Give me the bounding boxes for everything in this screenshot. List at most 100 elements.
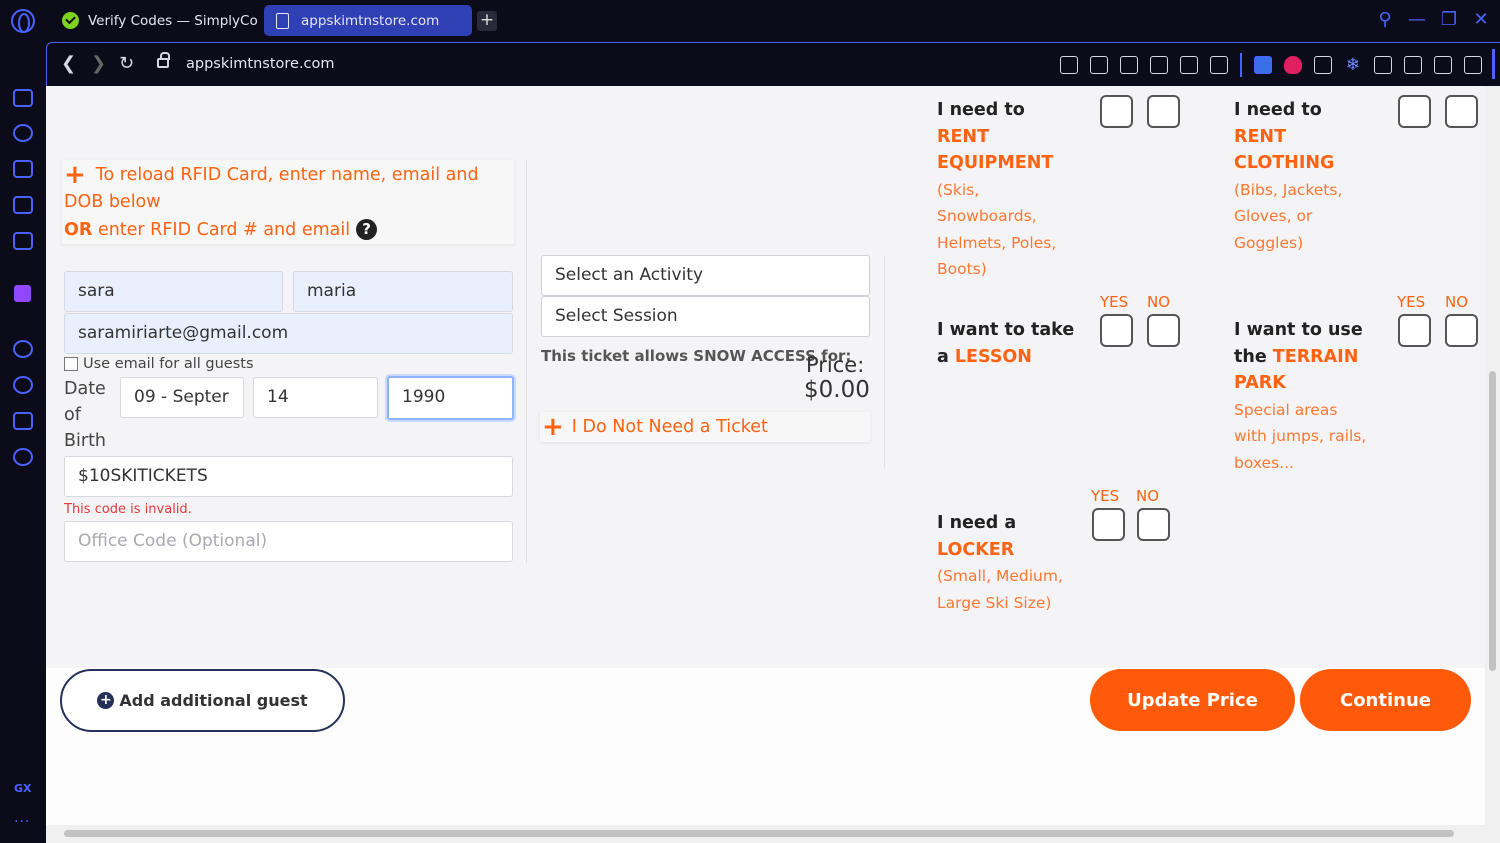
locker-no-checkbox[interactable] xyxy=(1137,508,1170,541)
adblock-icon[interactable] xyxy=(1120,56,1138,74)
more-icon[interactable]: ··· xyxy=(14,814,30,830)
store-icon[interactable] xyxy=(13,160,33,178)
forward-icon[interactable]: ❯ xyxy=(91,53,106,74)
terrain-park-no-label: NO xyxy=(1445,293,1469,311)
url-text[interactable]: appskimtnstore.com xyxy=(186,56,335,72)
lesson-option: I want to take a LESSON xyxy=(937,320,1075,367)
rent-clothing-yes-checkbox[interactable] xyxy=(1398,95,1431,128)
speedometer-icon[interactable] xyxy=(13,124,33,142)
history-icon[interactable] xyxy=(13,376,33,394)
download-icon[interactable] xyxy=(1434,56,1452,74)
play-icon[interactable] xyxy=(1180,56,1198,74)
close-icon[interactable]: ✕ xyxy=(1472,9,1490,30)
reload-alt-instructions: OR enter RFID Card # and email? xyxy=(64,219,378,240)
add-guest-button[interactable]: + Add additional guest xyxy=(60,669,345,732)
vertical-scroll-thumb[interactable] xyxy=(1489,371,1496,671)
edit-extension-icon[interactable] xyxy=(1314,56,1332,74)
locker-yes-label: YES xyxy=(1091,487,1120,505)
use-email-option[interactable]: Use email for all guests xyxy=(64,356,254,372)
reload-icon[interactable]: ↻ xyxy=(119,53,134,74)
pin-icon[interactable] xyxy=(1060,56,1078,74)
snapshot-icon[interactable] xyxy=(1090,56,1108,74)
promo-code-field[interactable]: $10SKITICKETS xyxy=(64,456,513,497)
gamepad-icon[interactable] xyxy=(13,89,33,107)
dob-label: Date of Birth xyxy=(64,379,107,451)
gx-label[interactable]: GX xyxy=(14,782,32,795)
price-value: $0.00 xyxy=(804,377,870,403)
last-name-field[interactable]: maria xyxy=(293,271,513,312)
menu-icon[interactable] xyxy=(1464,56,1482,74)
update-price-button[interactable]: Update Price xyxy=(1090,669,1295,731)
snowflake-extension-icon[interactable]: ❄ xyxy=(1344,56,1362,74)
office-code-input[interactable]: Office Code (Optional) xyxy=(64,521,513,562)
tab-title: appskimtnstore.com xyxy=(301,12,440,29)
terrain-park-option: I want to use the TERRAIN PARK Special a… xyxy=(1234,320,1367,472)
no-ticket-button[interactable]: + I Do Not Need a Ticket xyxy=(540,412,870,442)
locker-yes-checkbox[interactable] xyxy=(1092,508,1125,541)
vertical-scrollbar[interactable] xyxy=(1485,86,1500,825)
terrain-park-no-checkbox[interactable] xyxy=(1445,314,1478,347)
browser-sidebar: GX ··· xyxy=(0,42,46,843)
lesson-no-checkbox[interactable] xyxy=(1147,314,1180,347)
column-divider xyxy=(526,160,527,563)
opera-logo-icon[interactable] xyxy=(11,9,35,33)
window-controls: ⚲ — ❐ ✕ xyxy=(1376,9,1490,30)
use-email-label: Use email for all guests xyxy=(83,356,254,372)
reload-rfid-notice: + To reload RFID Card, enter name, email … xyxy=(62,160,514,244)
rent-clothing-no-checkbox[interactable] xyxy=(1445,95,1478,128)
session-select[interactable]: Select Session xyxy=(541,296,870,337)
terrain-park-yes-label: YES xyxy=(1397,293,1426,311)
page-viewport: + To reload RFID Card, enter name, email … xyxy=(46,86,1485,825)
tab-verify-codes[interactable]: Verify Codes — SimplyCo xyxy=(50,5,258,36)
dob-day-field[interactable]: 14 xyxy=(253,377,378,418)
display-icon[interactable] xyxy=(13,196,33,214)
player-icon[interactable] xyxy=(13,340,33,358)
continue-button[interactable]: Continue xyxy=(1300,669,1471,731)
locker-option: I need a LOCKER (Small, Medium, Large Sk… xyxy=(937,513,1063,612)
google-translate-extension-icon[interactable] xyxy=(1254,56,1272,74)
profile-icon[interactable] xyxy=(1404,56,1422,74)
rent-clothing-option: I need to RENT CLOTHING (Bibs, Jackets, … xyxy=(1234,100,1343,252)
dob-year-field[interactable]: 1990 xyxy=(387,376,514,420)
check-favicon-icon xyxy=(62,12,79,29)
address-bar: ❮ ❯ ↻ appskimtnstore.com ❄ xyxy=(46,42,1500,86)
rent-equipment-option: I need to RENT EQUIPMENT (Skis, Snowboar… xyxy=(937,100,1057,278)
activity-select[interactable]: Select an Activity xyxy=(541,255,870,296)
translate-icon[interactable] xyxy=(1150,56,1168,74)
help-icon[interactable]: ? xyxy=(356,219,378,240)
restore-icon[interactable]: ❐ xyxy=(1440,9,1458,30)
use-email-checkbox[interactable] xyxy=(64,357,78,371)
dob-month-select[interactable]: 09 - Septer xyxy=(120,377,244,418)
rent-equipment-no-checkbox[interactable] xyxy=(1147,95,1180,128)
horizontal-scroll-thumb[interactable] xyxy=(64,830,1454,837)
tab-title: Verify Codes — SimplyCo xyxy=(88,12,258,29)
shield-extension-icon[interactable] xyxy=(1284,56,1302,74)
reload-instructions: + To reload RFID Card, enter name, email … xyxy=(64,160,479,213)
tab-appskimtnstore[interactable]: appskimtnstore.com xyxy=(264,5,472,36)
extensions-icon[interactable] xyxy=(13,412,33,430)
tab-strip: Verify Codes — SimplyCo appskimtnstore.c… xyxy=(0,0,1500,42)
lesson-yes-checkbox[interactable] xyxy=(1100,314,1133,347)
horizontal-scrollbar[interactable] xyxy=(46,825,1500,843)
terrain-park-yes-checkbox[interactable] xyxy=(1398,314,1431,347)
snow-access-text: This ticket allows SNOW ACCESS for: xyxy=(541,347,852,365)
twitch-icon[interactable] xyxy=(14,285,31,302)
plus-icon: + xyxy=(64,160,86,190)
locker-no-label: NO xyxy=(1136,487,1160,505)
plus-icon: + xyxy=(542,412,564,442)
column-divider xyxy=(884,256,885,468)
lesson-no-label: NO xyxy=(1147,293,1171,311)
minimize-icon[interactable]: — xyxy=(1408,9,1426,30)
lock-icon[interactable] xyxy=(157,52,170,68)
new-tab-button[interactable]: + xyxy=(477,11,497,31)
search-icon[interactable]: ⚲ xyxy=(1376,9,1394,30)
messenger-icon[interactable] xyxy=(13,232,33,250)
puzzle-extensions-icon[interactable] xyxy=(1374,56,1392,74)
settings-gear-icon[interactable] xyxy=(13,448,33,466)
heart-icon[interactable] xyxy=(1210,56,1228,74)
rent-equipment-yes-checkbox[interactable] xyxy=(1100,95,1133,128)
email-field[interactable]: saramiriarte@gmail.com xyxy=(64,313,513,354)
back-icon[interactable]: ❮ xyxy=(61,53,76,74)
extension-toolbar: ❄ xyxy=(1060,53,1482,77)
first-name-field[interactable]: sara xyxy=(64,271,283,312)
